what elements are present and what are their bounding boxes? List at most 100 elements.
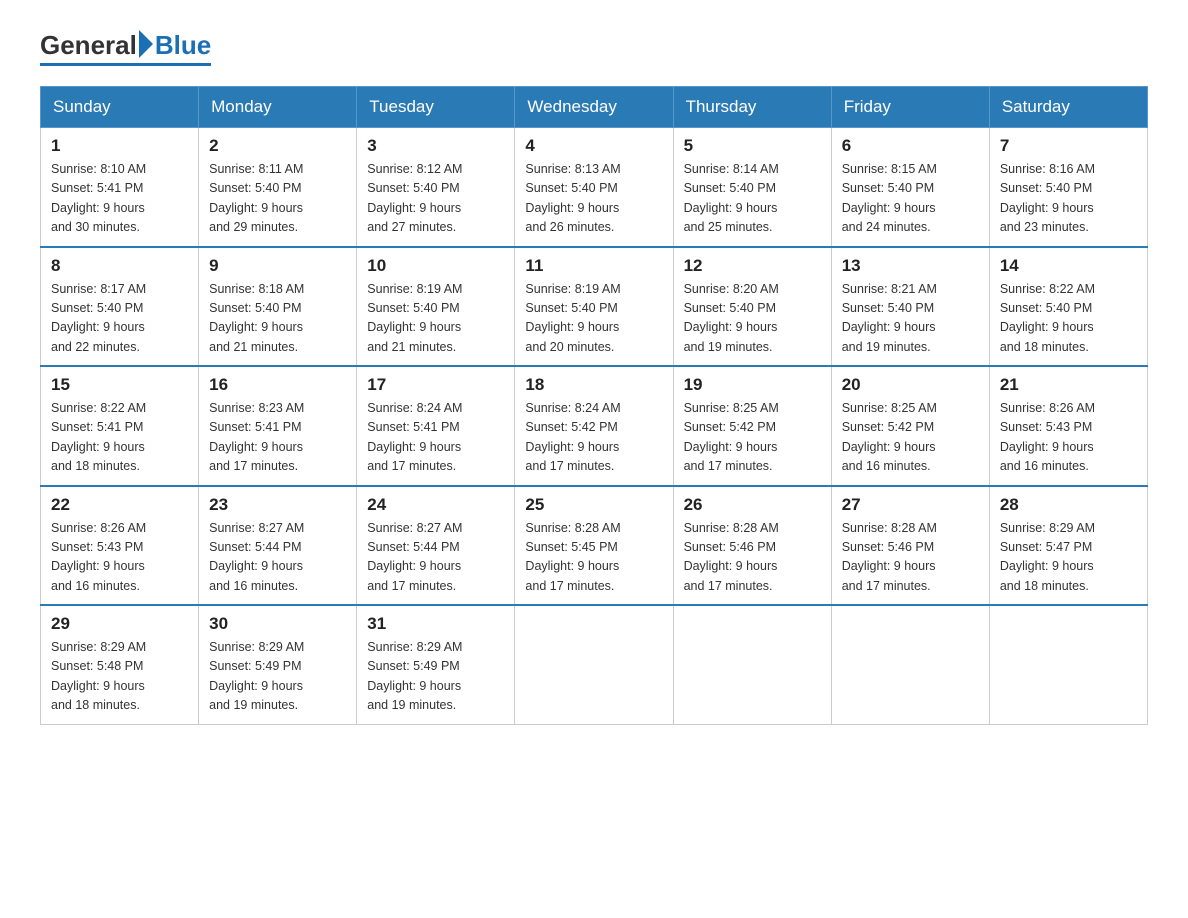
day-number: 14 bbox=[1000, 256, 1137, 276]
calendar-cell: 31 Sunrise: 8:29 AMSunset: 5:49 PMDayligh… bbox=[357, 605, 515, 724]
calendar-cell: 17 Sunrise: 8:24 AMSunset: 5:41 PMDayligh… bbox=[357, 366, 515, 486]
calendar-cell: 29 Sunrise: 8:29 AMSunset: 5:48 PMDayligh… bbox=[41, 605, 199, 724]
day-info: Sunrise: 8:22 AMSunset: 5:41 PMDaylight:… bbox=[51, 399, 188, 477]
calendar-cell: 21 Sunrise: 8:26 AMSunset: 5:43 PMDayligh… bbox=[989, 366, 1147, 486]
day-number: 19 bbox=[684, 375, 821, 395]
day-number: 24 bbox=[367, 495, 504, 515]
weekday-header-row: SundayMondayTuesdayWednesdayThursdayFrid… bbox=[41, 87, 1148, 128]
week-row-4: 22 Sunrise: 8:26 AMSunset: 5:43 PMDayligh… bbox=[41, 486, 1148, 606]
day-info: Sunrise: 8:26 AMSunset: 5:43 PMDaylight:… bbox=[51, 519, 188, 597]
logo-general-text: General bbox=[40, 30, 137, 61]
day-info: Sunrise: 8:16 AMSunset: 5:40 PMDaylight:… bbox=[1000, 160, 1137, 238]
calendar-cell: 27 Sunrise: 8:28 AMSunset: 5:46 PMDayligh… bbox=[831, 486, 989, 606]
day-info: Sunrise: 8:24 AMSunset: 5:41 PMDaylight:… bbox=[367, 399, 504, 477]
day-info: Sunrise: 8:14 AMSunset: 5:40 PMDaylight:… bbox=[684, 160, 821, 238]
calendar-cell: 6 Sunrise: 8:15 AMSunset: 5:40 PMDaylight… bbox=[831, 128, 989, 247]
day-number: 13 bbox=[842, 256, 979, 276]
calendar-cell: 25 Sunrise: 8:28 AMSunset: 5:45 PMDayligh… bbox=[515, 486, 673, 606]
day-number: 12 bbox=[684, 256, 821, 276]
day-number: 30 bbox=[209, 614, 346, 634]
day-info: Sunrise: 8:29 AMSunset: 5:49 PMDaylight:… bbox=[367, 638, 504, 716]
calendar-cell: 19Sunrise: 8:25 AMSunset: 5:42 PMDayligh… bbox=[673, 366, 831, 486]
day-info: Sunrise: 8:28 AMSunset: 5:46 PMDaylight:… bbox=[842, 519, 979, 597]
calendar-cell: 7 Sunrise: 8:16 AMSunset: 5:40 PMDaylight… bbox=[989, 128, 1147, 247]
day-info: Sunrise: 8:29 AMSunset: 5:48 PMDaylight:… bbox=[51, 638, 188, 716]
day-info: Sunrise: 8:19 AMSunset: 5:40 PMDaylight:… bbox=[367, 280, 504, 358]
day-info: Sunrise: 8:24 AMSunset: 5:42 PMDaylight:… bbox=[525, 399, 662, 477]
day-number: 20 bbox=[842, 375, 979, 395]
day-number: 8 bbox=[51, 256, 188, 276]
day-info: Sunrise: 8:23 AMSunset: 5:41 PMDaylight:… bbox=[209, 399, 346, 477]
calendar-cell: 8 Sunrise: 8:17 AMSunset: 5:40 PMDaylight… bbox=[41, 247, 199, 367]
day-number: 4 bbox=[525, 136, 662, 156]
day-info: Sunrise: 8:17 AMSunset: 5:40 PMDaylight:… bbox=[51, 280, 188, 358]
day-number: 10 bbox=[367, 256, 504, 276]
calendar-cell: 11Sunrise: 8:19 AMSunset: 5:40 PMDayligh… bbox=[515, 247, 673, 367]
day-number: 5 bbox=[684, 136, 821, 156]
day-info: Sunrise: 8:10 AMSunset: 5:41 PMDaylight:… bbox=[51, 160, 188, 238]
day-info: Sunrise: 8:29 AMSunset: 5:49 PMDaylight:… bbox=[209, 638, 346, 716]
logo-blue-text: Blue bbox=[155, 30, 211, 61]
week-row-5: 29 Sunrise: 8:29 AMSunset: 5:48 PMDayligh… bbox=[41, 605, 1148, 724]
day-info: Sunrise: 8:26 AMSunset: 5:43 PMDaylight:… bbox=[1000, 399, 1137, 477]
day-number: 31 bbox=[367, 614, 504, 634]
day-info: Sunrise: 8:11 AMSunset: 5:40 PMDaylight:… bbox=[209, 160, 346, 238]
day-info: Sunrise: 8:22 AMSunset: 5:40 PMDaylight:… bbox=[1000, 280, 1137, 358]
weekday-header-friday: Friday bbox=[831, 87, 989, 128]
day-number: 23 bbox=[209, 495, 346, 515]
logo-triangle-icon bbox=[139, 30, 153, 58]
weekday-header-wednesday: Wednesday bbox=[515, 87, 673, 128]
calendar-cell: 2 Sunrise: 8:11 AMSunset: 5:40 PMDaylight… bbox=[199, 128, 357, 247]
calendar-cell: 13 Sunrise: 8:21 AMSunset: 5:40 PMDayligh… bbox=[831, 247, 989, 367]
day-info: Sunrise: 8:28 AMSunset: 5:45 PMDaylight:… bbox=[525, 519, 662, 597]
calendar-cell: 30 Sunrise: 8:29 AMSunset: 5:49 PMDayligh… bbox=[199, 605, 357, 724]
day-number: 7 bbox=[1000, 136, 1137, 156]
logo-text: General Blue bbox=[40, 30, 211, 61]
calendar-cell: 9Sunrise: 8:18 AMSunset: 5:40 PMDaylight… bbox=[199, 247, 357, 367]
day-info: Sunrise: 8:27 AMSunset: 5:44 PMDaylight:… bbox=[209, 519, 346, 597]
calendar-cell: 28Sunrise: 8:29 AMSunset: 5:47 PMDayligh… bbox=[989, 486, 1147, 606]
weekday-header-monday: Monday bbox=[199, 87, 357, 128]
calendar-cell: 14 Sunrise: 8:22 AMSunset: 5:40 PMDayligh… bbox=[989, 247, 1147, 367]
calendar-cell: 18 Sunrise: 8:24 AMSunset: 5:42 PMDayligh… bbox=[515, 366, 673, 486]
day-number: 6 bbox=[842, 136, 979, 156]
calendar-cell: 24 Sunrise: 8:27 AMSunset: 5:44 PMDayligh… bbox=[357, 486, 515, 606]
weekday-header-tuesday: Tuesday bbox=[357, 87, 515, 128]
day-number: 1 bbox=[51, 136, 188, 156]
weekday-header-thursday: Thursday bbox=[673, 87, 831, 128]
day-number: 17 bbox=[367, 375, 504, 395]
day-number: 22 bbox=[51, 495, 188, 515]
day-info: Sunrise: 8:19 AMSunset: 5:40 PMDaylight:… bbox=[525, 280, 662, 358]
week-row-3: 15 Sunrise: 8:22 AMSunset: 5:41 PMDayligh… bbox=[41, 366, 1148, 486]
weekday-header-saturday: Saturday bbox=[989, 87, 1147, 128]
week-row-2: 8 Sunrise: 8:17 AMSunset: 5:40 PMDaylight… bbox=[41, 247, 1148, 367]
day-info: Sunrise: 8:25 AMSunset: 5:42 PMDaylight:… bbox=[842, 399, 979, 477]
day-number: 9 bbox=[209, 256, 346, 276]
day-number: 18 bbox=[525, 375, 662, 395]
calendar-cell: 26 Sunrise: 8:28 AMSunset: 5:46 PMDayligh… bbox=[673, 486, 831, 606]
page-header: General Blue bbox=[40, 30, 1148, 66]
day-info: Sunrise: 8:29 AMSunset: 5:47 PMDaylight:… bbox=[1000, 519, 1137, 597]
calendar-cell: 15 Sunrise: 8:22 AMSunset: 5:41 PMDayligh… bbox=[41, 366, 199, 486]
day-info: Sunrise: 8:27 AMSunset: 5:44 PMDaylight:… bbox=[367, 519, 504, 597]
calendar-cell bbox=[989, 605, 1147, 724]
calendar-cell: 23 Sunrise: 8:27 AMSunset: 5:44 PMDayligh… bbox=[199, 486, 357, 606]
day-number: 27 bbox=[842, 495, 979, 515]
day-number: 26 bbox=[684, 495, 821, 515]
day-number: 2 bbox=[209, 136, 346, 156]
day-number: 15 bbox=[51, 375, 188, 395]
day-number: 25 bbox=[525, 495, 662, 515]
calendar-cell: 10 Sunrise: 8:19 AMSunset: 5:40 PMDayligh… bbox=[357, 247, 515, 367]
calendar-cell: 16Sunrise: 8:23 AMSunset: 5:41 PMDayligh… bbox=[199, 366, 357, 486]
calendar-cell: 1 Sunrise: 8:10 AMSunset: 5:41 PMDaylight… bbox=[41, 128, 199, 247]
day-number: 29 bbox=[51, 614, 188, 634]
calendar-cell: 4 Sunrise: 8:13 AMSunset: 5:40 PMDaylight… bbox=[515, 128, 673, 247]
day-info: Sunrise: 8:15 AMSunset: 5:40 PMDaylight:… bbox=[842, 160, 979, 238]
calendar-cell bbox=[831, 605, 989, 724]
day-number: 3 bbox=[367, 136, 504, 156]
day-info: Sunrise: 8:13 AMSunset: 5:40 PMDaylight:… bbox=[525, 160, 662, 238]
day-number: 21 bbox=[1000, 375, 1137, 395]
day-info: Sunrise: 8:28 AMSunset: 5:46 PMDaylight:… bbox=[684, 519, 821, 597]
calendar-cell: 5 Sunrise: 8:14 AMSunset: 5:40 PMDaylight… bbox=[673, 128, 831, 247]
day-info: Sunrise: 8:21 AMSunset: 5:40 PMDaylight:… bbox=[842, 280, 979, 358]
